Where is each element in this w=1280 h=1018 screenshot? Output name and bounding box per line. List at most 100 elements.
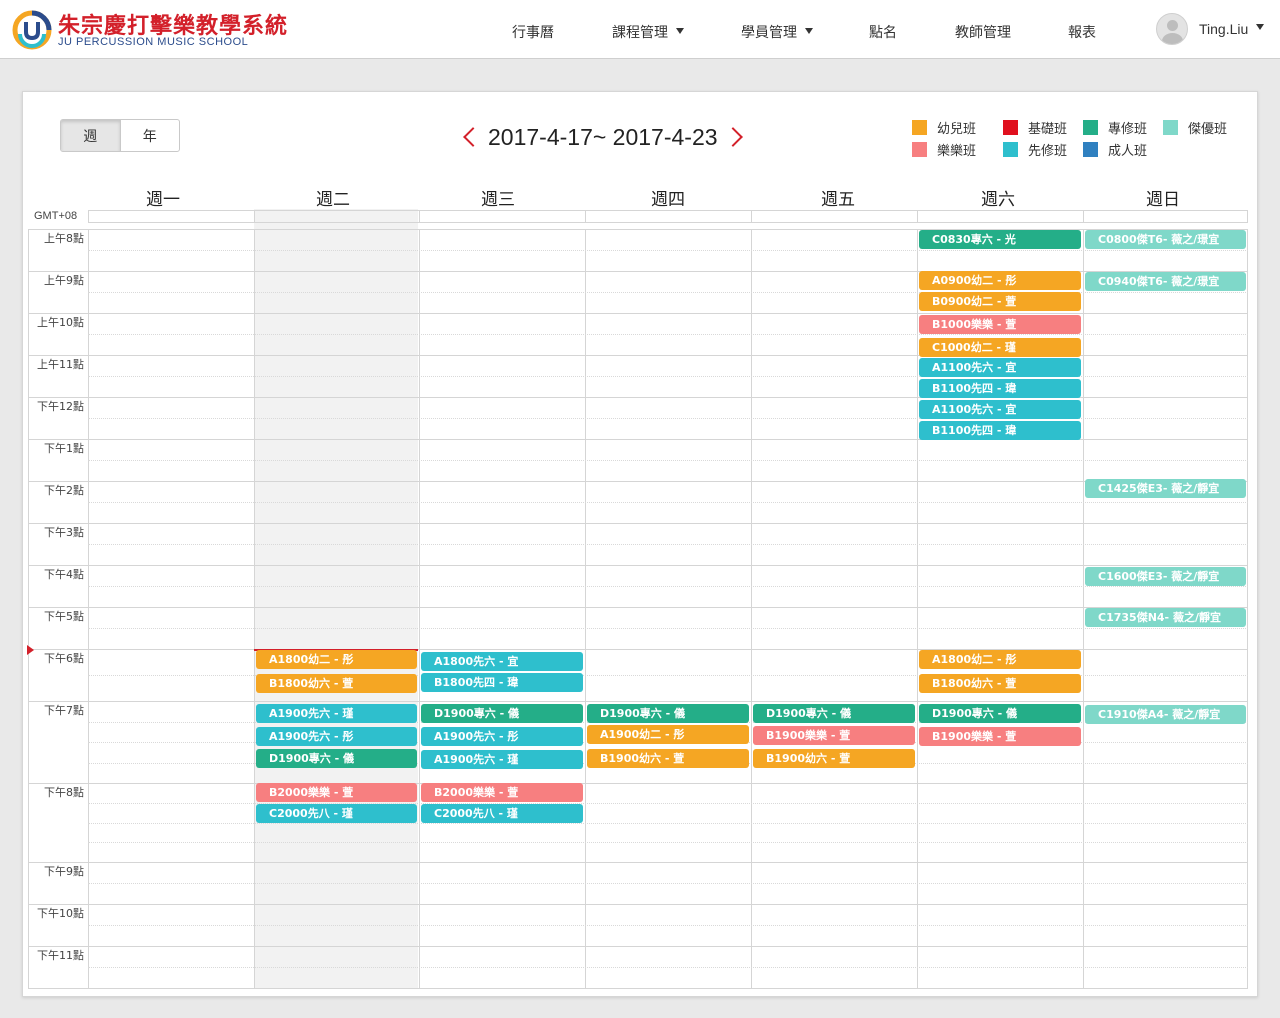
calendar-event[interactable]: B1800幼六 - 萱	[919, 674, 1081, 693]
calendar-event[interactable]: C0830專六 - 光	[919, 230, 1081, 249]
calendar-event[interactable]: C0940傑T6- 薇之/璟宜	[1085, 272, 1246, 291]
calendar-event[interactable]: D1900專六 - 儀	[919, 704, 1081, 723]
hour-label: 下午10點	[37, 907, 84, 920]
legend-item: 成人班	[1083, 140, 1147, 159]
calendar-event[interactable]: B1100先四 - 瑋	[919, 379, 1081, 398]
week-view-button[interactable]: 週	[61, 120, 120, 151]
calendar-event[interactable]: B1900樂樂 - 萱	[753, 726, 915, 745]
date-range-label: 2017-4-17~ 2017-4-23	[488, 123, 718, 150]
hour-divider	[28, 701, 1248, 702]
calendar-event[interactable]: D1900專六 - 儀	[421, 704, 583, 723]
calendar-event[interactable]: B2000樂樂 - 萱	[256, 783, 417, 802]
all-day-divider	[751, 210, 752, 223]
hour-divider	[28, 607, 1248, 608]
half-hour-divider	[88, 460, 1248, 461]
legend-swatch	[912, 142, 927, 157]
calendar-event[interactable]: C0800傑T6- 薇之/璟宜	[1085, 230, 1246, 249]
legend-swatch	[1163, 120, 1178, 135]
calendar-event[interactable]: A1900先六 - 彤	[421, 727, 583, 746]
calendar-event[interactable]: B1800幼六 - 萱	[256, 674, 417, 693]
calendar-event[interactable]: B1100先四 - 瑋	[919, 421, 1081, 440]
legend-label: 先修班	[1028, 144, 1068, 159]
all-day-row	[88, 210, 1248, 223]
hour-divider	[28, 783, 1248, 784]
brand-logo[interactable]: 朱宗慶打擊樂教學系統 JU PERCUSSION MUSIC SCHOOL	[12, 8, 312, 52]
chevron-right-icon[interactable]	[726, 122, 748, 152]
all-day-divider	[1083, 210, 1084, 223]
hour-label: 下午11點	[37, 949, 84, 962]
hour-divider	[28, 904, 1248, 905]
calendar-event[interactable]: C1425傑E3- 薇之/靜宜	[1085, 479, 1246, 498]
year-view-button[interactable]: 年	[119, 120, 180, 151]
top-navbar: 朱宗慶打擊樂教學系統 JU PERCUSSION MUSIC SCHOOL 行事…	[0, 0, 1280, 59]
calendar-event[interactable]: A1800幼二 - 彤	[919, 650, 1081, 669]
all-day-divider	[917, 210, 918, 223]
calendar-event[interactable]: A1900先六 - 瑾	[256, 704, 417, 723]
view-toggle: 週 年	[60, 119, 180, 152]
chevron-down-icon	[1256, 24, 1265, 30]
calendar-event[interactable]: A1800幼二 - 彤	[256, 650, 417, 669]
calendar-event[interactable]: A1800先六 - 宜	[421, 652, 583, 671]
calendar-event[interactable]: D1900專六 - 儀	[587, 704, 749, 723]
calendar-event[interactable]: A1900幼二 - 彤	[587, 725, 749, 744]
all-day-divider	[254, 210, 255, 223]
calendar-event[interactable]: C1600傑E3- 薇之/靜宜	[1085, 567, 1246, 586]
chevron-down-icon	[676, 28, 684, 34]
half-hour-divider	[88, 925, 1248, 926]
nav-calendar[interactable]: 行事曆	[512, 22, 554, 42]
nav-reports[interactable]: 報表	[1068, 22, 1096, 42]
calendar-event[interactable]: C1910傑A4- 薇之/靜宜	[1085, 705, 1246, 724]
calendar-event[interactable]: B1800先四 - 瑋	[421, 673, 583, 692]
calendar-event[interactable]: A1900先六 - 彤	[256, 727, 417, 746]
calendar-event[interactable]: A0900幼二 - 彤	[919, 271, 1081, 290]
hour-divider	[28, 523, 1248, 524]
half-hour-divider	[88, 502, 1248, 503]
legend-item: 先修班	[1003, 140, 1067, 159]
legend-swatch	[912, 120, 927, 135]
nav-teacher-management[interactable]: 教師管理	[955, 22, 1011, 42]
calendar-event[interactable]: B1000樂樂 - 萱	[919, 315, 1081, 334]
calendar-event[interactable]: D1900專六 - 儀	[753, 704, 915, 723]
nav-student-label: 學員管理	[741, 25, 797, 41]
nav-attendance-label: 點名	[869, 25, 897, 41]
nav-reports-label: 報表	[1068, 25, 1096, 41]
nav-student-management[interactable]: 學員管理	[741, 22, 813, 42]
legend-item: 基礎班	[1003, 118, 1067, 137]
hour-divider	[28, 565, 1248, 566]
legend-label: 成人班	[1108, 144, 1148, 159]
day-header: 週二	[316, 190, 350, 210]
calendar-event[interactable]: A1100先六 - 宜	[919, 400, 1081, 419]
calendar-event[interactable]: A1900先六 - 瑾	[421, 750, 583, 769]
chevron-down-icon	[805, 28, 813, 34]
nav-teacher-label: 教師管理	[955, 25, 1011, 41]
calendar-event[interactable]: B1900幼六 - 萱	[587, 749, 749, 768]
legend-item: 幼兒班	[912, 118, 976, 137]
day-column-divider	[419, 229, 420, 989]
hour-label: 下午7點	[44, 704, 84, 717]
calendar-event[interactable]: B0900幼二 - 萱	[919, 292, 1081, 311]
hour-label: 下午9點	[44, 865, 84, 878]
user-menu[interactable]: Ting.Liu	[1156, 13, 1265, 45]
hour-label: 下午2點	[44, 484, 84, 497]
chevron-left-icon[interactable]	[458, 122, 480, 152]
date-navigator: 2017-4-17~ 2017-4-23	[458, 120, 748, 154]
calendar-event[interactable]: A1100先六 - 宜	[919, 358, 1081, 377]
all-day-divider	[585, 210, 586, 223]
nav-course-management[interactable]: 課程管理	[612, 22, 684, 42]
calendar-event[interactable]: B1900幼六 - 萱	[753, 749, 915, 768]
calendar-event[interactable]: C2000先八 - 瑾	[421, 804, 583, 823]
day-column-divider	[1083, 229, 1084, 989]
day-column-divider	[254, 229, 255, 989]
half-hour-divider	[88, 586, 1248, 587]
day-header: 週三	[481, 190, 515, 210]
calendar-event[interactable]: B1900樂樂 - 萱	[919, 727, 1081, 746]
hour-divider	[28, 946, 1248, 947]
calendar-event[interactable]: B2000樂樂 - 萱	[421, 783, 583, 802]
legend-label: 幼兒班	[937, 122, 977, 137]
half-hour-divider	[88, 883, 1248, 884]
calendar-event[interactable]: C1735傑N4- 薇之/靜宜	[1085, 608, 1246, 627]
calendar-event[interactable]: C2000先八 - 瑾	[256, 804, 417, 823]
calendar-event[interactable]: C1000幼二 - 瑾	[919, 338, 1081, 357]
nav-attendance[interactable]: 點名	[869, 22, 897, 42]
calendar-event[interactable]: D1900專六 - 儀	[256, 749, 417, 768]
